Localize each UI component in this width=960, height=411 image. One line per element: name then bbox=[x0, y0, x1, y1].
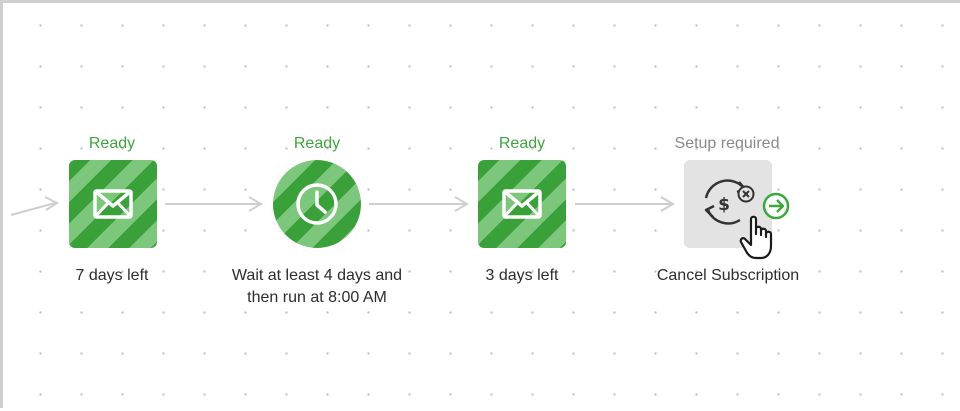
step-1-email-node[interactable] bbox=[69, 160, 157, 248]
connector-1-2 bbox=[165, 196, 263, 212]
step-4-status: Setup required bbox=[674, 135, 780, 152]
connector-incoming bbox=[10, 196, 60, 216]
connector-3-4 bbox=[575, 196, 675, 212]
mail-icon bbox=[93, 189, 133, 219]
svg-text:$: $ bbox=[718, 195, 730, 215]
step-2-status: Ready bbox=[293, 135, 341, 152]
connector-2-3 bbox=[369, 196, 469, 212]
mail-icon bbox=[502, 189, 542, 219]
clock-icon bbox=[296, 183, 338, 225]
step-3-status: Ready bbox=[498, 135, 546, 152]
step-2-label: Wait at least 4 days and then run at 8:0… bbox=[197, 265, 437, 309]
step-2-label-line-1: Wait at least 4 days and bbox=[231, 267, 403, 284]
step-3-label: 3 days left bbox=[485, 267, 559, 284]
step-4-label: Cancel Subscription bbox=[656, 267, 800, 284]
hand-cursor-icon bbox=[739, 215, 773, 260]
step-2-wait-node[interactable] bbox=[273, 160, 361, 248]
workflow-canvas[interactable]: Ready 7 days left Ready Wait at least 4 … bbox=[0, 0, 960, 408]
step-3-email-node[interactable] bbox=[478, 160, 566, 248]
step-2-label-line-2: then run at 8:00 AM bbox=[247, 289, 387, 306]
step-1-status: Ready bbox=[88, 135, 136, 152]
